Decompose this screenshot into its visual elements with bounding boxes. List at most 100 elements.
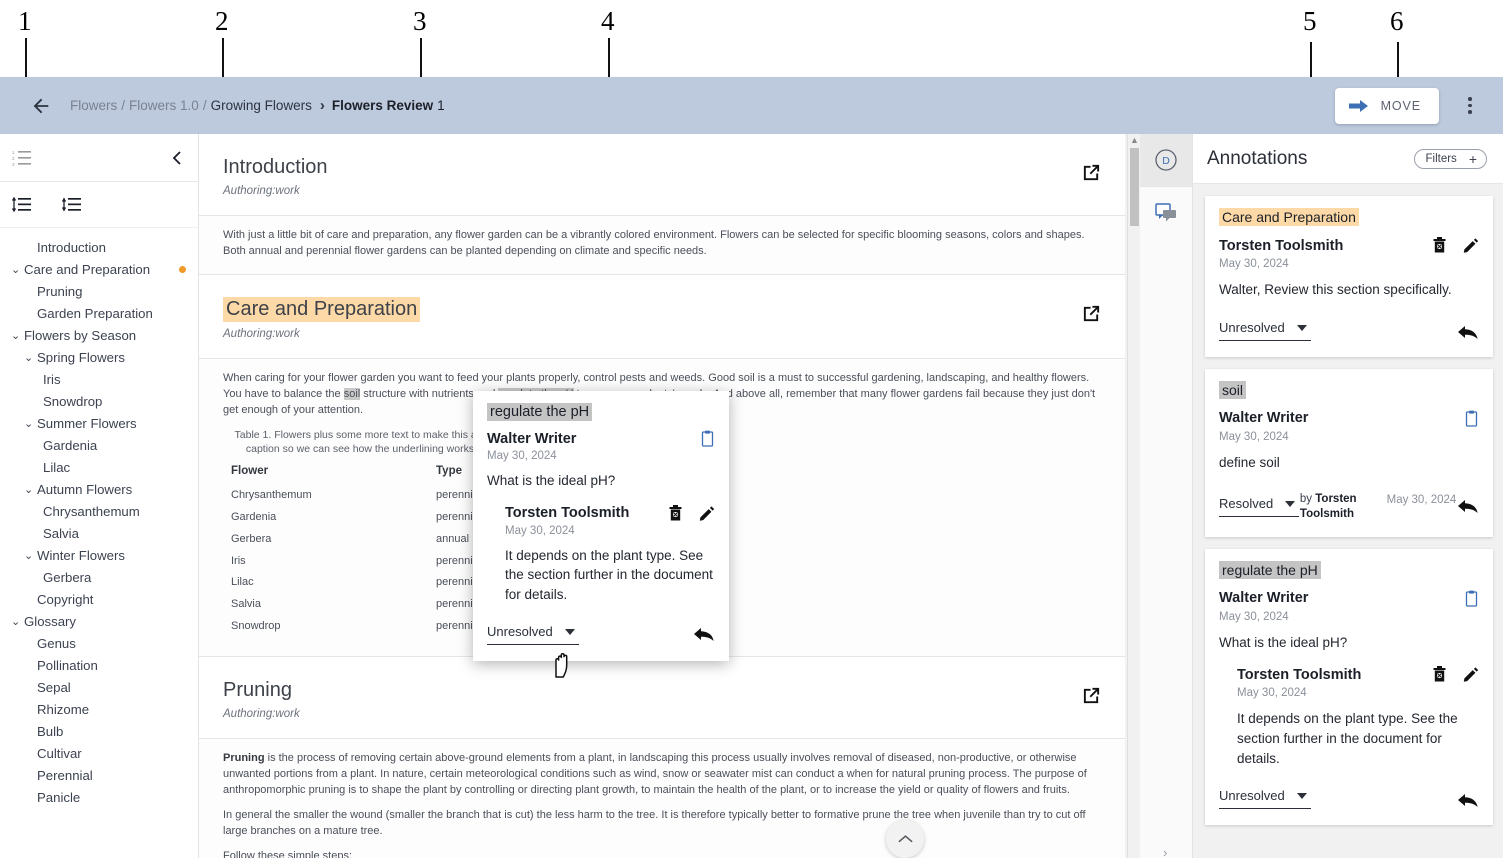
reply-arrow-icon[interactable] xyxy=(1457,498,1479,515)
toc-item-introduction[interactable]: Introduction xyxy=(0,236,198,258)
move-button[interactable]: MOVE xyxy=(1334,87,1439,124)
toc-item-panicle[interactable]: Panicle xyxy=(0,786,198,808)
edit-pencil-icon[interactable] xyxy=(1463,666,1479,683)
chevron-down-icon[interactable]: ⌄ xyxy=(24,417,37,430)
toc-item-cultivar[interactable]: Cultivar xyxy=(0,742,198,764)
annotation-status-select[interactable]: Resolved xyxy=(1219,496,1300,517)
pruning-lead-term: Pruning xyxy=(223,752,265,765)
annotation-card[interactable]: soil Walter Writer May 30, 2024 define soil… xyxy=(1205,368,1493,537)
annotation-card[interactable]: Care and Preparation Torsten Toolsmith May… xyxy=(1205,196,1493,357)
chevron-down-icon[interactable]: ⌄ xyxy=(11,329,24,342)
annotation-reply-author: Torsten Toolsmith xyxy=(1237,666,1362,683)
toc-collapse-button[interactable] xyxy=(170,150,184,166)
toc-item-copyright[interactable]: Copyright xyxy=(0,588,198,610)
toc-toolbar xyxy=(0,182,198,228)
scroll-up-arrow-icon[interactable]: ▲ xyxy=(1130,135,1139,145)
delete-icon[interactable] xyxy=(668,504,683,522)
document-scrollbar[interactable]: ▲ xyxy=(1127,134,1140,858)
pruning-text-1: is the process of removing certain above… xyxy=(223,752,1087,797)
popup-reply-author-row: Torsten Toolsmith xyxy=(505,504,715,522)
toc-item-glossary[interactable]: ⌄ Glossary xyxy=(0,610,198,632)
breadcrumb-parent[interactable]: Growing Flowers xyxy=(211,98,312,113)
toc-item-spring-flowers[interactable]: ⌄ Spring Flowers xyxy=(0,346,198,368)
cell-flower: Lilac xyxy=(231,576,254,589)
section-subtitle: Authoring:work xyxy=(223,327,300,340)
toc-item-winter-flowers[interactable]: ⌄ Winter Flowers xyxy=(0,544,198,566)
annotation-card-list: Care and Preparation Torsten Toolsmith May… xyxy=(1193,184,1503,826)
toc-item-summer-flowers[interactable]: ⌄ Summer Flowers xyxy=(0,412,198,434)
toc-item-lilac[interactable]: Lilac xyxy=(0,456,198,478)
annotation-card[interactable]: regulate the pH Walter Writer May 30, 2024… xyxy=(1205,548,1493,826)
chevron-down-icon[interactable]: ⌄ xyxy=(24,483,37,496)
annotations-collapse-button[interactable]: › xyxy=(1163,845,1167,858)
more-options-button[interactable] xyxy=(1453,89,1487,123)
breadcrumb-root[interactable]: Flowers xyxy=(70,98,117,113)
toc-item-garden-preparation[interactable]: Garden Preparation xyxy=(0,302,198,324)
toc-item-pollination[interactable]: Pollination xyxy=(0,654,198,676)
numbered-list-icon[interactable]: 1 2 3 xyxy=(12,149,32,166)
reply-arrow-icon[interactable] xyxy=(1457,324,1479,341)
edit-pencil-icon[interactable] xyxy=(699,505,715,522)
toc-item-gardenia[interactable]: Gardenia xyxy=(0,434,198,456)
toc-item-rhizome[interactable]: Rhizome xyxy=(0,698,198,720)
chevron-down-icon[interactable]: ⌄ xyxy=(24,351,37,364)
delete-icon[interactable] xyxy=(1432,237,1447,254)
edit-pencil-icon[interactable] xyxy=(1463,237,1479,254)
delete-icon[interactable] xyxy=(1432,666,1447,683)
scroll-to-top-button[interactable] xyxy=(886,820,924,858)
section-body-introduction: With just a little bit of care and prepa… xyxy=(199,216,1125,275)
popup-reply-actions xyxy=(668,504,715,522)
more-vertical-icon xyxy=(1468,103,1472,108)
reply-arrow-icon[interactable] xyxy=(693,626,715,643)
clipboard-icon[interactable] xyxy=(1464,410,1479,427)
clipboard-icon[interactable] xyxy=(1464,590,1479,607)
open-in-new-icon[interactable] xyxy=(1082,686,1101,710)
reply-arrow-icon[interactable] xyxy=(1457,792,1479,809)
breadcrumb-version[interactable]: Flowers 1.0 xyxy=(129,98,199,113)
toc-item-label: Introduction xyxy=(37,239,106,255)
filters-button[interactable]: Filters + xyxy=(1413,148,1487,169)
toc-item-gerbera[interactable]: Gerbera xyxy=(0,566,198,588)
toc-item-flowers-by-season[interactable]: ⌄ Flowers by Season xyxy=(0,324,198,346)
toc-item-snowdrop[interactable]: Snowdrop xyxy=(0,390,198,412)
top-toolbar: Flowers / Flowers 1.0 / Growing Flowers … xyxy=(0,77,1503,134)
rail-button-comments[interactable] xyxy=(1140,187,1192,239)
annotation-footer: Unresolved xyxy=(1219,788,1479,815)
expand-all-icon[interactable] xyxy=(12,196,32,213)
toc-item-care-and-preparation[interactable]: ⌄ Care and Preparation xyxy=(0,258,198,280)
toolbar-actions: MOVE xyxy=(1334,87,1503,124)
annotation-author: Walter Writer xyxy=(1219,590,1309,607)
toc-item-label: Winter Flowers xyxy=(37,547,125,563)
chevron-down-icon[interactable]: ⌄ xyxy=(11,615,24,628)
scrollbar-thumb[interactable] xyxy=(1130,148,1139,226)
open-in-new-icon[interactable] xyxy=(1082,304,1101,328)
inline-comment-popup[interactable]: regulate the pH Walter Writer May 30, 20… xyxy=(473,391,729,662)
toc-item-salvia[interactable]: Salvia xyxy=(0,522,198,544)
rail-button-document[interactable]: D xyxy=(1140,134,1192,186)
chevron-down-icon[interactable]: ⌄ xyxy=(11,263,24,276)
open-in-new-icon[interactable] xyxy=(1082,163,1101,187)
annotation-footer: Resolved by Torsten Toolsmith May 30, 2024 xyxy=(1219,492,1479,527)
toc-item-perennial[interactable]: Perennial xyxy=(0,764,198,786)
toc-item-chrysanthemum[interactable]: Chrysanthemum xyxy=(0,500,198,522)
chevron-down-icon[interactable]: ⌄ xyxy=(24,549,37,562)
collapse-all-icon[interactable] xyxy=(62,196,82,213)
section-header-pruning: Pruning Authoring:work xyxy=(199,657,1125,740)
toc-item-iris[interactable]: Iris xyxy=(0,368,198,390)
toc-item-pruning[interactable]: Pruning xyxy=(0,280,198,302)
clipboard-icon[interactable] xyxy=(700,430,715,447)
annotation-reply-author-row: Torsten Toolsmith xyxy=(1237,666,1479,683)
pruning-paragraph-3: Follow these simple steps: xyxy=(223,849,352,858)
annotation-status-select[interactable]: Unresolved xyxy=(1219,320,1311,341)
toc-item-bulb[interactable]: Bulb xyxy=(0,720,198,742)
annotation-quoted-text: Care and Preparation xyxy=(1219,208,1359,226)
annotation-actions xyxy=(1464,590,1479,607)
popup-reply-author: Torsten Toolsmith xyxy=(505,505,630,522)
toc-item-autumn-flowers[interactable]: ⌄ Autumn Flowers xyxy=(0,478,198,500)
toc-item-sepal[interactable]: Sepal xyxy=(0,676,198,698)
annotation-status-select[interactable]: Unresolved xyxy=(1219,788,1311,810)
toc-item-genus[interactable]: Genus xyxy=(0,632,198,654)
back-button[interactable] xyxy=(22,87,60,125)
toc-item-label: Salvia xyxy=(43,525,79,541)
highlight-soil[interactable]: soil xyxy=(343,387,361,400)
